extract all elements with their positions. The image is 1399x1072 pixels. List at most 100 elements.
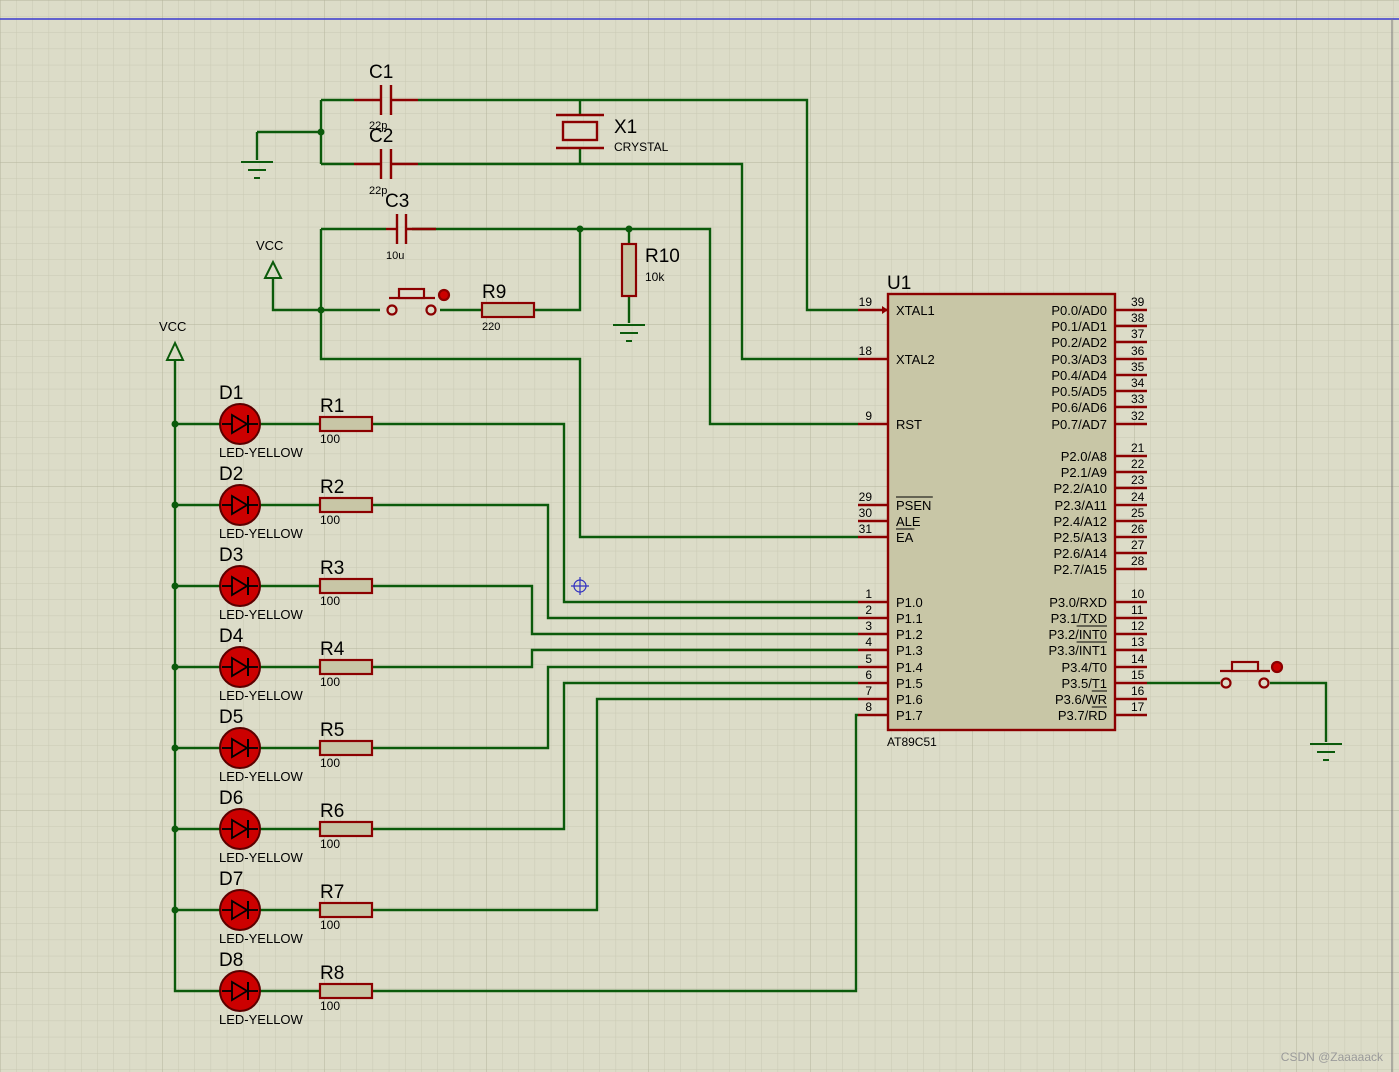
chip-pin-number: 8	[865, 700, 872, 714]
resistor-r6[interactable]	[318, 820, 374, 838]
resistor-r10[interactable]	[620, 242, 638, 298]
led-type: LED-YELLOW	[219, 1012, 304, 1027]
chip-pin-name: P0.7/AD7	[1051, 417, 1107, 432]
chip-pin-name: P0.3/AD3	[1051, 352, 1107, 367]
r10-value: 10k	[645, 270, 665, 284]
led-ref: D4	[219, 626, 244, 647]
chip-pin-number: 30	[859, 506, 873, 520]
chip-pin-number: 19	[859, 295, 873, 309]
resistor-ref: R5	[320, 720, 344, 741]
chip-pin-number: 36	[1131, 344, 1145, 358]
chip-pin-number: 31	[859, 522, 873, 536]
resistor-value: 100	[320, 594, 340, 608]
led-d3[interactable]	[219, 565, 261, 607]
resistor-r9[interactable]	[480, 301, 536, 319]
c3-value: 10u	[386, 250, 404, 262]
led-ref: D1	[219, 383, 243, 404]
chip-pin-name: P2.6/A14	[1054, 546, 1108, 561]
led-d6[interactable]	[219, 808, 261, 850]
resistor-body	[318, 658, 374, 676]
chip-pin-number: 10	[1131, 587, 1145, 601]
resistor-ref: R3	[320, 558, 344, 579]
led-type: LED-YELLOW	[219, 445, 304, 460]
chip-pin-name: P3.1/TXD	[1051, 611, 1107, 626]
led-d1[interactable]	[219, 403, 261, 445]
led-d8[interactable]	[219, 970, 261, 1012]
resistor-ref: R8	[320, 963, 344, 984]
chip-pin-name: P2.3/A11	[1054, 498, 1107, 513]
junction-dot	[171, 501, 179, 509]
junction-dot	[625, 225, 633, 233]
chip-pin-number: 17	[1131, 700, 1145, 714]
schematic-canvas[interactable]: VCC VCC C1 22p C2 22p C3 10u X1 CRYSTAL	[0, 0, 1399, 1072]
resistor-r5[interactable]	[318, 739, 374, 757]
led-d4[interactable]	[219, 646, 261, 688]
vcc-label-leds: VCC	[159, 319, 186, 334]
chip-pin-name: P0.1/AD1	[1051, 319, 1107, 334]
vcc-label-reset: VCC	[256, 238, 283, 253]
chip-pin-name: P0.5/AD5	[1051, 384, 1107, 399]
junction-dot	[171, 663, 179, 671]
chip-pin-number: 38	[1131, 311, 1145, 325]
chip-pin-name: XTAL1	[896, 303, 935, 318]
chip-pin-name: P1.2	[896, 627, 923, 642]
led-ref: D2	[219, 464, 243, 485]
chip-pin-number: 11	[1131, 603, 1144, 617]
led-ref: D3	[219, 545, 243, 566]
chip-pin-number: 37	[1131, 327, 1145, 341]
chip-pin-number: 18	[859, 344, 873, 358]
resistor-value: 100	[320, 675, 340, 689]
watermark: CSDN @Zaaaaack	[1281, 1050, 1384, 1064]
resistor-r8[interactable]	[318, 982, 374, 1000]
chip-pin-number: 22	[1131, 457, 1145, 471]
r9-value: 220	[482, 321, 500, 333]
chip-pin-name: ALE	[896, 514, 921, 529]
junction-dot	[171, 420, 179, 428]
resistor-r1[interactable]	[318, 415, 374, 433]
chip-pin-number: 4	[865, 635, 872, 649]
chip-pin-name: P3.5/T1	[1061, 676, 1107, 691]
led-d5[interactable]	[219, 727, 261, 769]
junction-dot	[171, 825, 179, 833]
junction-dot	[171, 906, 179, 914]
chip-pin-name: P3.2/INT0	[1048, 627, 1107, 642]
chip-pin-number: 13	[1131, 635, 1145, 649]
chip-pin-number: 3	[865, 619, 872, 633]
chip-pin-name: P3.3/INT1	[1048, 643, 1107, 658]
chip-pin-name: P1.7	[896, 708, 923, 723]
junction-dot	[576, 225, 584, 233]
chip-pin-name: P1.4	[896, 660, 923, 675]
led-type: LED-YELLOW	[219, 526, 304, 541]
resistor-ref: R1	[320, 396, 344, 417]
chip-pin-name: P3.7/RD	[1058, 708, 1107, 723]
chip-pin-number: 25	[1131, 506, 1145, 520]
chip-pin-number: 26	[1131, 522, 1145, 536]
led-ref: D6	[219, 788, 243, 809]
chip-pin-number: 23	[1131, 473, 1145, 487]
led-d2[interactable]	[219, 484, 261, 526]
chip-pin-name: P2.4/A12	[1054, 514, 1108, 529]
x1-ref: X1	[614, 117, 637, 138]
resistor-r7[interactable]	[318, 901, 374, 919]
chip-pin-number: 15	[1131, 668, 1145, 682]
junction-dot	[171, 582, 179, 590]
chip-pin-number: 27	[1131, 538, 1145, 552]
led-d7[interactable]	[219, 889, 261, 931]
resistor-r3[interactable]	[318, 577, 374, 595]
resistor-r2[interactable]	[318, 496, 374, 514]
resistor-ref: R7	[320, 882, 344, 903]
chip-pin-number: 14	[1131, 652, 1145, 666]
r9-ref: R9	[482, 282, 506, 303]
chip-pin-name: P1.1	[896, 611, 923, 626]
chip-pin-name: P1.0	[896, 595, 923, 610]
chip-part: AT89C51	[887, 735, 937, 749]
chip-pin-name: RST	[896, 417, 922, 432]
led-type: LED-YELLOW	[219, 769, 304, 784]
chip-pin-number: 7	[865, 684, 872, 698]
resistor-r4[interactable]	[318, 658, 374, 676]
chip-ref: U1	[887, 273, 911, 294]
led-ref: D5	[219, 707, 243, 728]
chip-pin-name: P0.6/AD6	[1051, 400, 1107, 415]
led-type: LED-YELLOW	[219, 688, 304, 703]
led-ref: D7	[219, 869, 243, 890]
